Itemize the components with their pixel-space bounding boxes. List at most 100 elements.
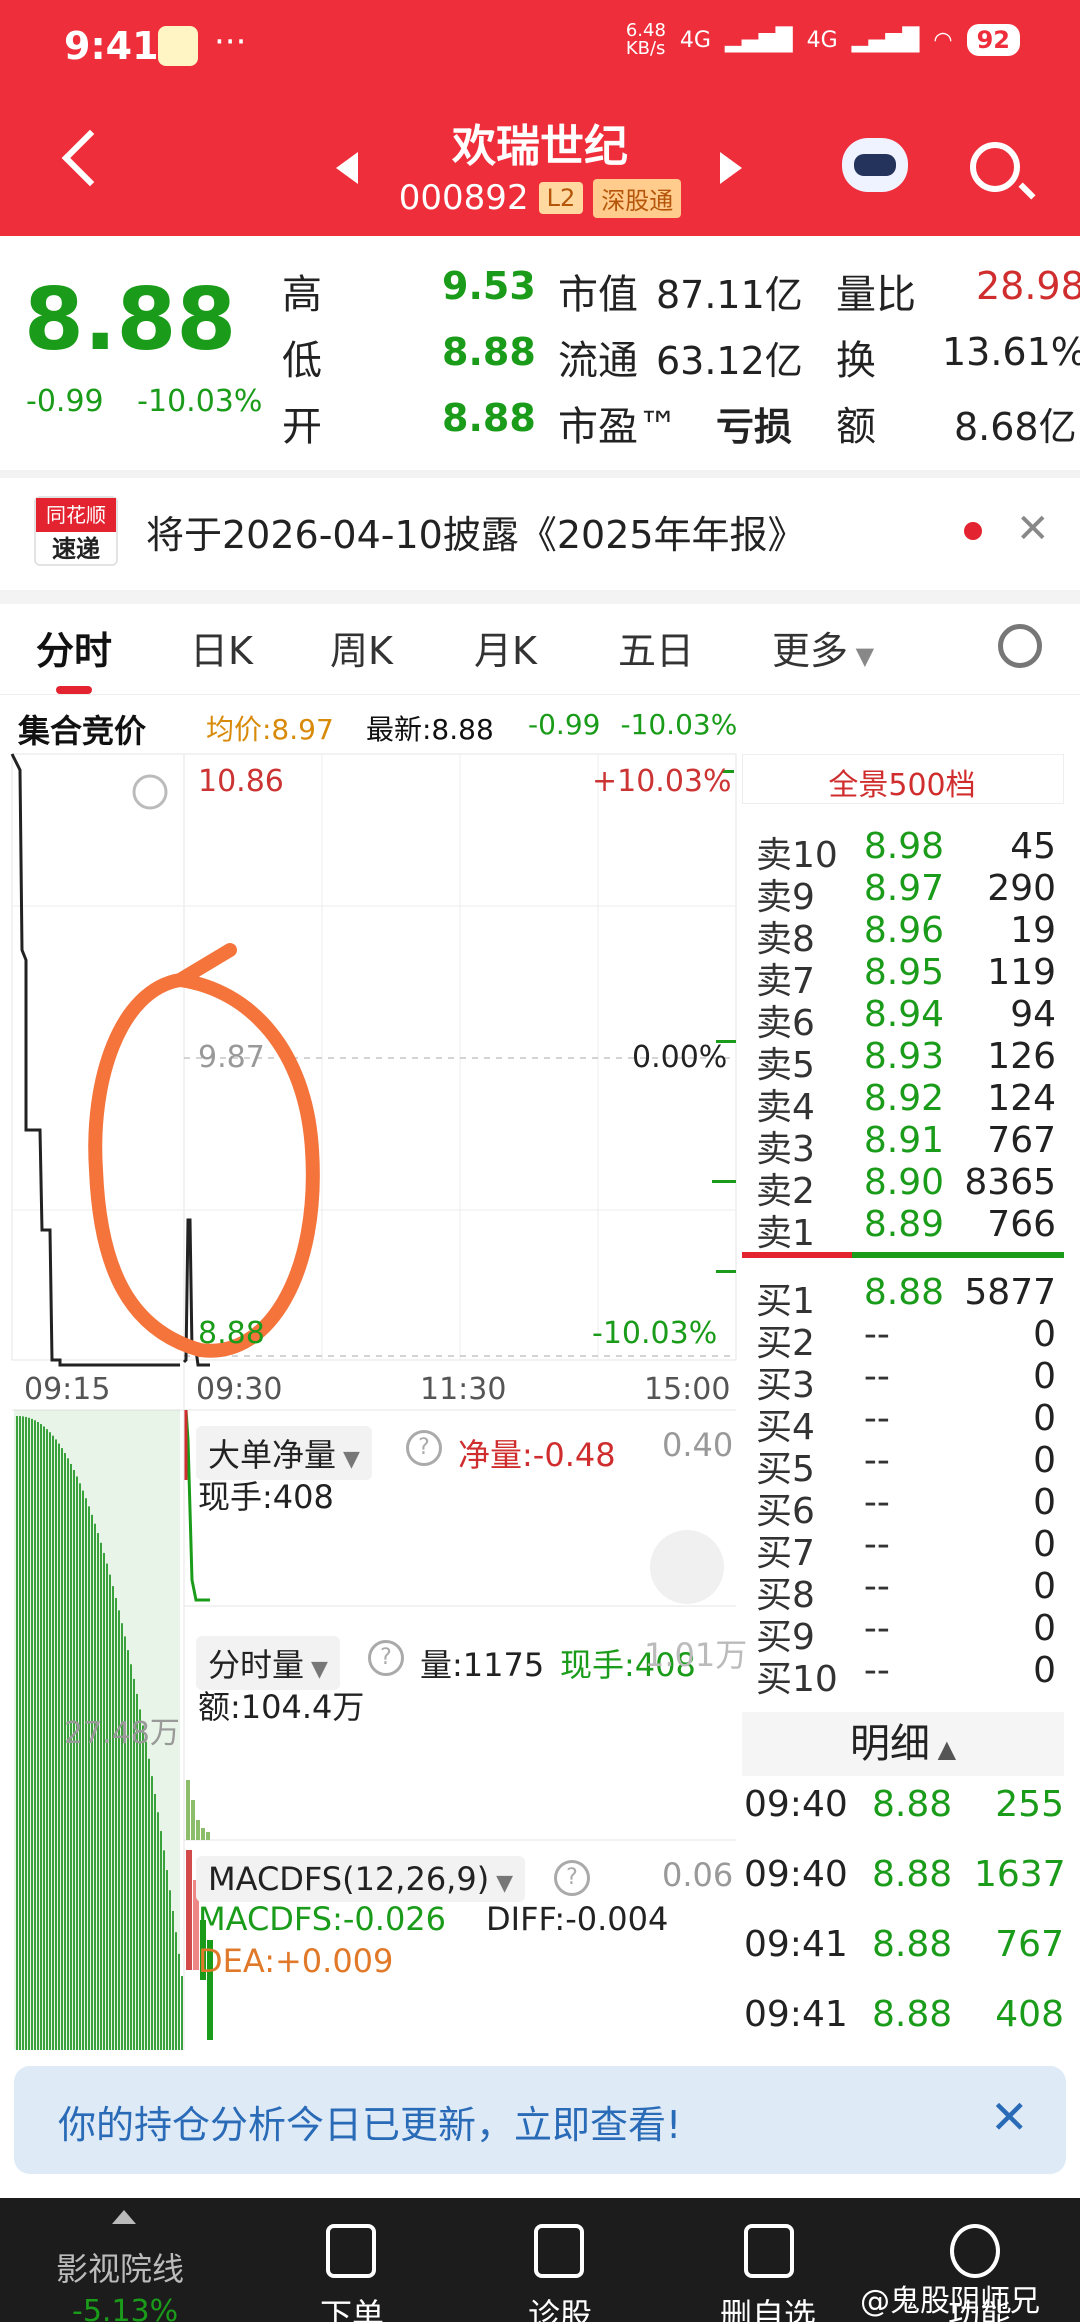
sell-level-row[interactable]: 卖3 8.91 767 xyxy=(756,1120,1057,1170)
buy-level-price: -- xyxy=(863,1398,890,1439)
remove-watchlist-icon[interactable] xyxy=(744,2224,794,2278)
order-icon[interactable] xyxy=(326,2224,376,2278)
auction-volume-bar xyxy=(88,1506,90,2050)
auction-volume-bar xyxy=(145,1741,147,2050)
buy-level-row[interactable]: 买2 -- 0 xyxy=(756,1314,1057,1364)
buy-level-row[interactable]: 买4 -- 0 xyxy=(756,1398,1056,1448)
macd-dropdown[interactable]: MACDFS(12,26,9) ▼ xyxy=(196,1856,526,1902)
auction-volume-bar xyxy=(157,1812,159,2050)
buy-level-row[interactable]: 买5 -- 0 xyxy=(756,1440,1056,1490)
auction-volume-bar xyxy=(106,1563,108,2050)
banner-text[interactable]: 你的持仓分析今日已更新，立即查看! xyxy=(58,2094,681,2149)
auction-volume-bar xyxy=(100,1542,102,2050)
sell-level-label: 卖2 xyxy=(756,1171,815,1212)
macdfs-value: MACDFS:-0.026 xyxy=(198,1900,447,1938)
robot-assistant-icon[interactable] xyxy=(842,138,908,192)
buy-level-price: -- xyxy=(863,1356,890,1397)
sell-level-row[interactable]: 卖6 8.94 94 xyxy=(756,994,1056,1044)
buy-level-row[interactable]: 买10 -- 0 xyxy=(756,1650,1056,1700)
orderbook-separator-red xyxy=(742,1252,852,1258)
buy-level-row[interactable]: 买8 -- 0 xyxy=(756,1566,1057,1616)
search-icon[interactable] xyxy=(970,142,1020,192)
sell-level-label: 卖4 xyxy=(756,1087,815,1128)
sell-level-row[interactable]: 卖2 8.90 8365 xyxy=(756,1162,1057,1212)
nav-diagnose[interactable]: 诊股 xyxy=(520,2290,600,2322)
help-icon[interactable]: ? xyxy=(554,1860,590,1896)
sell-level-price: 8.89 xyxy=(863,1204,944,1245)
pe-value: 亏损 xyxy=(716,405,793,449)
help-icon[interactable]: ? xyxy=(368,1640,404,1676)
sell-level-row[interactable]: 卖10 8.98 45 xyxy=(756,826,1056,876)
buy-level-volume: 0 xyxy=(1033,1314,1057,1355)
auction-volume-bar xyxy=(139,1709,141,2050)
wifi-icon: ◠ xyxy=(933,27,953,53)
nav-remove-watchlist[interactable]: 删自选 xyxy=(712,2290,824,2322)
buy-level-volume: 0 xyxy=(1033,1566,1057,1607)
tab-daily-k[interactable]: 日K xyxy=(190,620,253,675)
sell-level-volume: 126 xyxy=(987,1036,1057,1077)
tab-intraday[interactable]: 分时 xyxy=(36,620,112,675)
trade-volume: 1637 xyxy=(974,1854,1066,1895)
auction-volume-bar xyxy=(49,1432,51,2050)
tab-weekly-k[interactable]: 周K xyxy=(330,620,393,675)
help-icon[interactable] xyxy=(132,774,168,810)
trade-detail-row: 09:41 8.88 767 xyxy=(744,1924,1064,1965)
latest-change: -0.99 -10.03% xyxy=(528,708,737,741)
buy-level-row[interactable]: 买7 -- 0 xyxy=(756,1524,1056,1574)
signal-4g-2: 4G xyxy=(806,27,838,53)
trade-price: 8.88 xyxy=(872,1994,953,2035)
buy-level-label: 买2 xyxy=(756,1323,815,1364)
sell-level-label: 卖6 xyxy=(756,1003,815,1044)
close-icon[interactable]: ✕ xyxy=(990,2090,1029,2144)
sell-level-row[interactable]: 卖8 8.96 19 xyxy=(756,910,1056,960)
buy-level-row[interactable]: 买6 -- 0 xyxy=(756,1482,1057,1532)
sell-level-price: 8.91 xyxy=(863,1120,944,1161)
help-icon[interactable]: ? xyxy=(406,1430,442,1466)
nav-order[interactable]: 下单 xyxy=(312,2290,392,2322)
buy-level-row[interactable]: 买9 -- 0 xyxy=(756,1608,1056,1658)
sell-level-row[interactable]: 卖7 8.95 119 xyxy=(756,952,1056,1002)
auction-volume-bar xyxy=(34,1420,36,2050)
divider xyxy=(0,470,1080,478)
diagnose-icon[interactable] xyxy=(534,2224,584,2278)
sell-level-row[interactable]: 卖5 8.93 126 xyxy=(756,1036,1057,1086)
big-order-now: 现手:408 xyxy=(198,1478,334,1516)
buy-level-price: -- xyxy=(863,1314,890,1355)
intraday-chart[interactable] xyxy=(0,750,740,2050)
sell-level-row[interactable]: 卖4 8.92 124 xyxy=(756,1078,1056,1128)
macd-axis-value: 0.06 xyxy=(662,1856,734,1894)
trade-time: 09:40 xyxy=(744,1784,848,1825)
auction-volume-bar xyxy=(121,1623,123,2050)
detail-header[interactable]: 明细 ▲ xyxy=(742,1712,1064,1776)
sell-level-row[interactable]: 卖9 8.97 290 xyxy=(756,868,1056,918)
tab-monthly-k[interactable]: 月K xyxy=(474,620,537,675)
sector-expand-icon[interactable] xyxy=(112,2210,136,2224)
auction-volume-bar xyxy=(112,1586,114,2050)
sell-level-volume: 767 xyxy=(987,1120,1057,1161)
expand-icon[interactable] xyxy=(650,1530,724,1604)
sell-level-row[interactable]: 卖1 8.89 766 xyxy=(756,1204,1056,1254)
settings-icon[interactable] xyxy=(998,624,1042,668)
buy-level-price: -- xyxy=(863,1524,890,1565)
auction-volume-bar xyxy=(76,1476,78,2050)
trade-price: 8.88 xyxy=(872,1854,953,1895)
trade-time: 09:41 xyxy=(744,1994,848,2035)
sell-level-price: 8.93 xyxy=(863,1036,944,1077)
buy-level-row[interactable]: 买3 -- 0 xyxy=(756,1356,1056,1406)
sell-level-volume: 8365 xyxy=(964,1162,1057,1203)
tab-more[interactable]: 更多 ▼ xyxy=(772,620,874,675)
more-functions-icon[interactable] xyxy=(950,2224,1000,2278)
pct-top-label: +10.03% xyxy=(592,764,732,799)
auction-volume-bar xyxy=(124,1636,126,2050)
news-logo-bottom: 速递 xyxy=(52,535,100,563)
trade-time: 09:40 xyxy=(744,1854,848,1895)
buy-level-volume: 0 xyxy=(1033,1482,1057,1523)
trade-price: 8.88 xyxy=(872,1924,953,1965)
sector-name[interactable]: 影视院线 xyxy=(56,2244,184,2290)
notice-text[interactable]: 将于2026-04-10披露《2025年年报》 xyxy=(146,504,806,559)
buy-level-row[interactable]: 买1 8.88 5877 xyxy=(756,1272,1056,1322)
close-icon[interactable]: ✕ xyxy=(1016,506,1050,552)
tab-five-day[interactable]: 五日 xyxy=(618,620,694,675)
big-order-label: 大单净量 xyxy=(208,1436,337,1474)
auction-volume-label: 27.48万 xyxy=(64,1716,180,1751)
